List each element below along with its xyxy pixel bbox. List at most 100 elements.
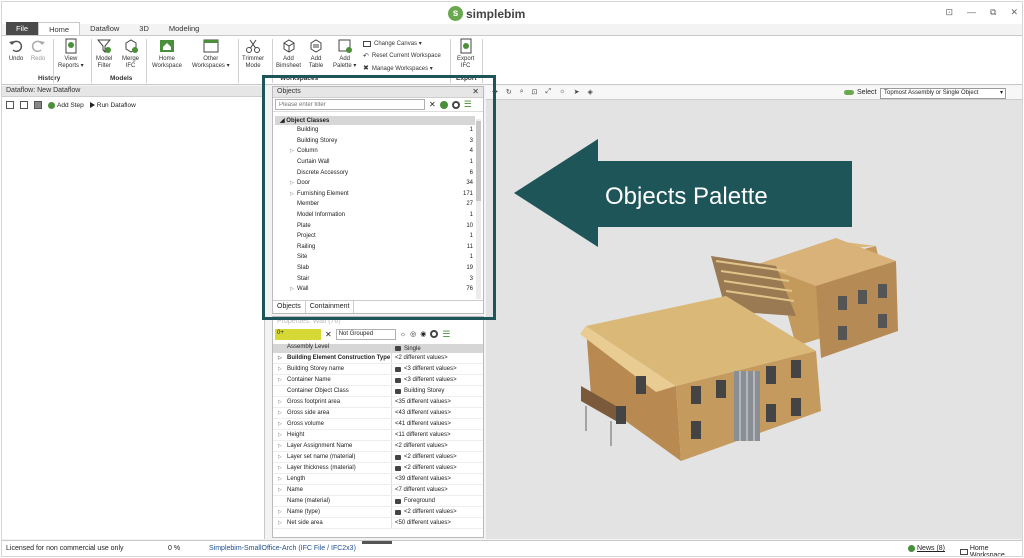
export-ifc-button[interactable]: Export IFC: [457, 38, 474, 70]
close-icon[interactable]: ✕: [1010, 7, 1018, 18]
object-class-row[interactable]: Plate 10: [275, 220, 475, 231]
expand-icon[interactable]: ▷: [278, 366, 282, 372]
grouping-select[interactable]: Not Grouped: [335, 328, 396, 340]
expand-icon[interactable]: ▷: [278, 465, 282, 471]
add-bimsheet-button[interactable]: Add Bimsheet: [276, 38, 301, 70]
restore-icon[interactable]: ⊡: [945, 7, 953, 18]
property-row[interactable]: ▷ Name (type) <2 different values>: [273, 507, 483, 518]
add-step-button[interactable]: Add Step: [48, 101, 84, 109]
object-class-row[interactable]: Discrete Accessory 6: [275, 167, 475, 178]
expand-icon[interactable]: ▷: [287, 180, 297, 186]
expand-icon[interactable]: ▷: [278, 443, 282, 449]
expand-icon[interactable]: ▷: [287, 148, 297, 154]
object-class-row[interactable]: Building 1: [275, 125, 475, 136]
target-icon[interactable]: [451, 100, 460, 109]
new-dataflow-icon[interactable]: [6, 101, 14, 109]
property-row[interactable]: ▷ Name <7 different values>: [273, 485, 483, 496]
object-class-row[interactable]: Site 1: [275, 252, 475, 263]
scrollbar-thumb[interactable]: [476, 121, 481, 201]
change-canvas-button[interactable]: Change Canvas ▾: [363, 40, 422, 47]
manage-workspaces-button[interactable]: ✖ Manage Workspaces ▾: [363, 64, 433, 72]
object-class-row[interactable]: Model Information 1: [275, 210, 475, 221]
objects-filter-input[interactable]: [275, 99, 425, 110]
tab-objects[interactable]: Objects: [273, 301, 306, 313]
maximize-icon[interactable]: ⧉: [990, 7, 996, 18]
property-row[interactable]: ▷ Gross footprint area <35 different value…: [273, 397, 483, 408]
property-row[interactable]: Name (material) Foreground: [273, 496, 483, 507]
news-link[interactable]: News (8): [908, 545, 945, 552]
expand-icon[interactable]: ▷: [278, 355, 282, 361]
add-table-button[interactable]: Add Table: [308, 38, 324, 70]
eye-icon[interactable]: ◉: [420, 330, 426, 338]
expand-icon[interactable]: ▷: [278, 476, 282, 482]
tree-header[interactable]: ◢ Object Classes: [275, 116, 475, 125]
property-row[interactable]: Container Object Class Building Storey: [273, 386, 483, 397]
open-dataflow-icon[interactable]: [20, 101, 28, 109]
object-class-row[interactable]: ▷ Furnishing Element 171: [275, 189, 475, 200]
object-class-row[interactable]: Member 27: [275, 199, 475, 210]
clear-properties-icon[interactable]: ✕: [325, 330, 332, 339]
object-class-row[interactable]: ▷ Column 4: [275, 146, 475, 157]
tab-containment[interactable]: Containment: [306, 301, 355, 313]
tab-3d[interactable]: 3D: [129, 22, 159, 36]
property-row[interactable]: ▷ Length <39 different values>: [273, 474, 483, 485]
property-row[interactable]: ▷ Gross volume <41 different values>: [273, 419, 483, 430]
home-workspace-button[interactable]: Home Workspace: [152, 38, 182, 70]
object-class-row[interactable]: ▷ Wall 76: [275, 284, 475, 295]
property-row[interactable]: ▷ Layer set name (material) <2 different v…: [273, 452, 483, 463]
menu-icon[interactable]: ☰: [464, 99, 472, 110]
target-icon[interactable]: [430, 330, 439, 338]
add-palette-button[interactable]: Add Palette ▾: [333, 38, 356, 70]
object-class-row[interactable]: Building Storey 3: [275, 136, 475, 147]
clear-filter-icon[interactable]: ✕: [429, 100, 436, 109]
property-row[interactable]: ▷ Net side area <50 different values>: [273, 518, 483, 529]
property-row[interactable]: ▷ Container Name <3 different values>: [273, 375, 483, 386]
expand-icon[interactable]: ▷: [278, 432, 282, 438]
trimmer-mode-button[interactable]: Trimmer Mode: [242, 38, 264, 70]
expand-icon[interactable]: ▷: [287, 191, 297, 197]
object-class-row[interactable]: ▷ Door 34: [275, 178, 475, 189]
file-status[interactable]: Simplebim-SmallOffice-Arch (IFC File / I…: [209, 545, 356, 552]
tab-home[interactable]: Home: [38, 22, 81, 36]
object-class-row[interactable]: Curtain Wall 1: [275, 157, 475, 168]
expand-icon[interactable]: ▷: [278, 421, 282, 427]
object-class-row[interactable]: Project 1: [275, 231, 475, 242]
property-row[interactable]: ▷ Height <11 different values>: [273, 430, 483, 441]
model-filter-button[interactable]: Model Filter: [96, 38, 112, 70]
tab-file[interactable]: File: [6, 22, 39, 36]
undo-button[interactable]: Undo: [8, 38, 24, 63]
properties-filter-input[interactable]: 0+: [275, 328, 321, 340]
expand-icon[interactable]: ▷: [278, 487, 282, 493]
light-icon[interactable]: ☼: [400, 331, 406, 338]
object-class-row[interactable]: Slab 19: [275, 263, 475, 274]
property-row[interactable]: ▷ Building Storey name <3 different values…: [273, 364, 483, 375]
other-workspaces-button[interactable]: Other Workspaces ▾: [192, 38, 230, 70]
object-class-row[interactable]: Stair 3: [275, 273, 475, 284]
view-reports-button[interactable]: View Reports ▾: [58, 38, 84, 70]
redo-button[interactable]: Redo: [30, 38, 46, 63]
property-row[interactable]: ▷ Layer Assignment Name <2 different value…: [273, 441, 483, 452]
menu-icon[interactable]: ☰: [442, 329, 450, 340]
object-class-row[interactable]: Railing 11: [275, 242, 475, 253]
merge-ifc-button[interactable]: Merge IFC: [122, 38, 139, 70]
expand-icon[interactable]: ▷: [278, 399, 282, 405]
expand-icon[interactable]: ▷: [278, 410, 282, 416]
property-row[interactable]: ▷ Building Element Construction Type <2 di…: [273, 353, 483, 364]
expand-icon[interactable]: ▷: [278, 520, 282, 526]
tab-modeling[interactable]: Modeling: [159, 22, 209, 36]
minimize-icon[interactable]: —: [967, 7, 976, 18]
tab-dataflow[interactable]: Dataflow: [80, 22, 129, 36]
save-dataflow-icon[interactable]: [34, 101, 42, 109]
horizontal-scrollbar[interactable]: [362, 541, 392, 544]
expand-icon[interactable]: ▷: [278, 377, 282, 383]
home-workspace-status[interactable]: Home Workspace: [960, 545, 1022, 556]
objects-scrollbar[interactable]: [476, 119, 481, 299]
expand-icon[interactable]: ▷: [278, 454, 282, 460]
reset-workspace-button[interactable]: ↶ Reset Current Workspace: [363, 52, 441, 60]
hide-icon[interactable]: ◎: [410, 330, 416, 338]
add-filter-icon[interactable]: [439, 100, 448, 109]
property-row[interactable]: ▷ Gross side area <43 different values>: [273, 408, 483, 419]
close-objects-icon[interactable]: ✕: [472, 87, 479, 96]
expand-icon[interactable]: ▷: [278, 509, 282, 515]
expand-icon[interactable]: ▷: [287, 286, 297, 292]
